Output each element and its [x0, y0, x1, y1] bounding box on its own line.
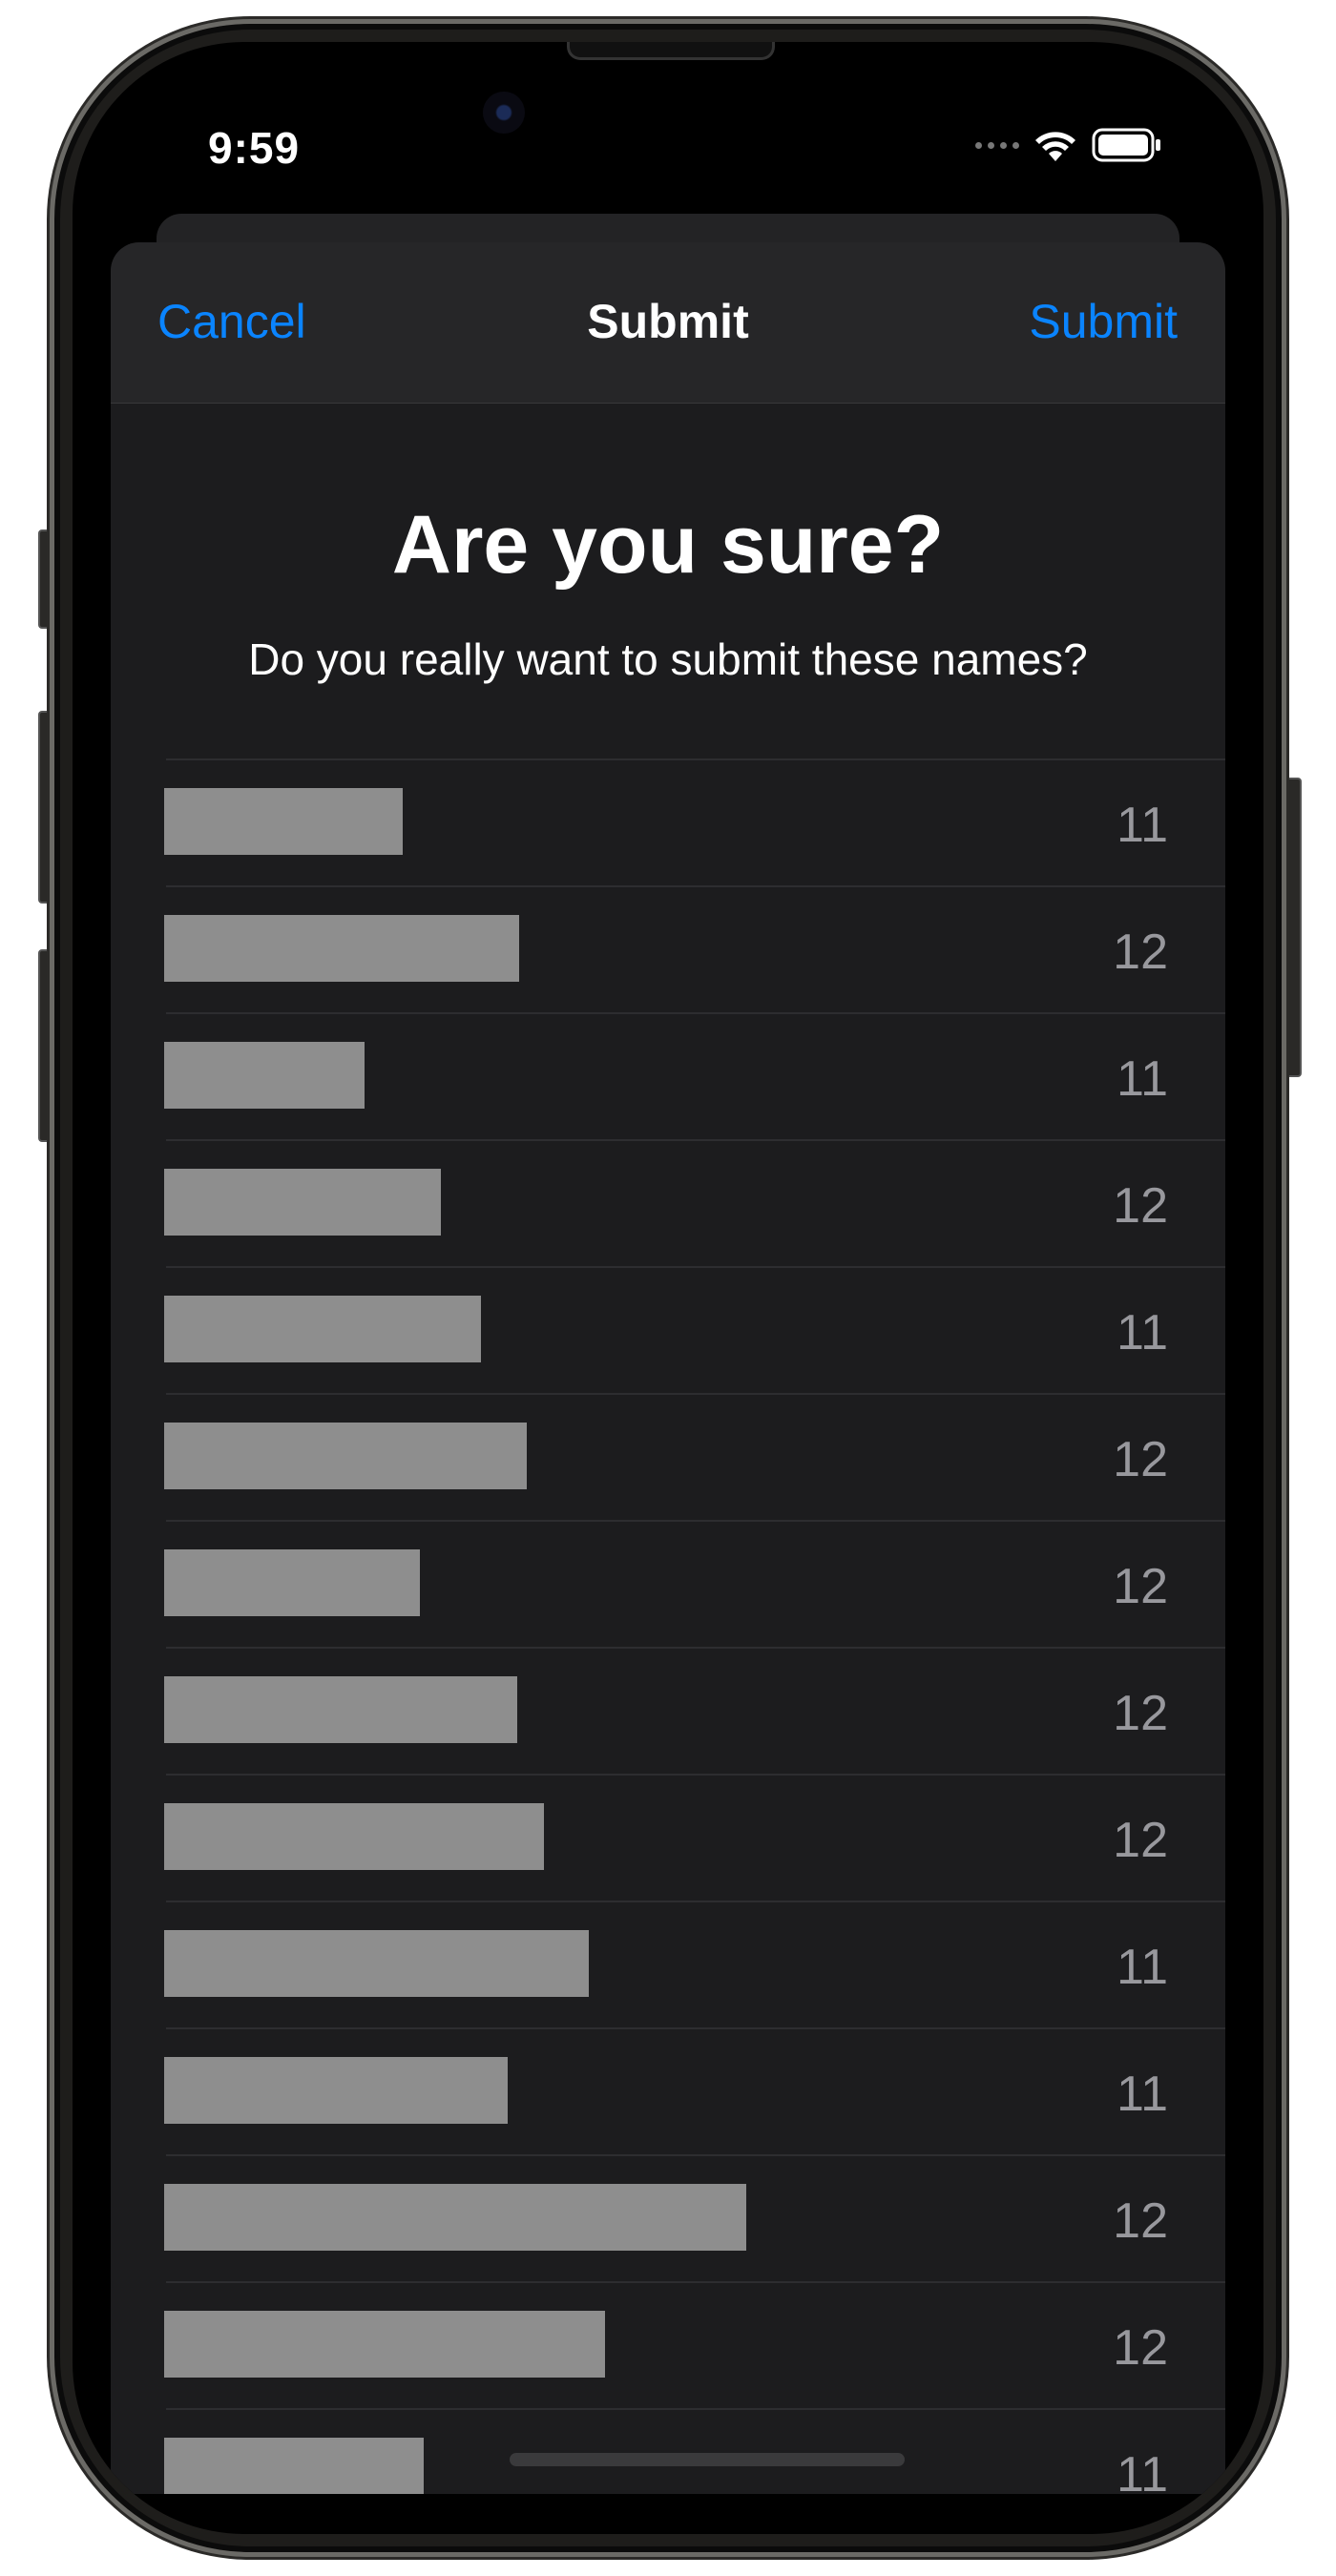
front-camera: [483, 92, 525, 134]
list-item: 12: [164, 1393, 1225, 1520]
phone-screen: 9:59 Cancel Submit Submit Are you sure? …: [73, 42, 1263, 2534]
list-item: 12: [164, 2154, 1225, 2281]
status-time: 9:59: [208, 123, 301, 173]
name-count: 11: [1117, 1051, 1168, 1107]
list-item: 11: [164, 1012, 1225, 1139]
list-item: 12: [164, 1647, 1225, 1774]
dialog-heading: Are you sure?: [391, 499, 945, 591]
list-item: 12: [164, 1139, 1225, 1266]
home-indicator: [510, 2453, 905, 2466]
name-count: 11: [1117, 798, 1168, 853]
name-count: 12: [1113, 1686, 1168, 1741]
list-item: 12: [164, 1520, 1225, 1647]
list-item: 11: [164, 758, 1225, 885]
name-count: 12: [1113, 1559, 1168, 1614]
name-count: 12: [1113, 1813, 1168, 1868]
list-item: 12: [164, 2281, 1225, 2408]
redacted-name: [164, 1549, 420, 1616]
redacted-name: [164, 2438, 424, 2494]
speaker-grille: [567, 42, 775, 60]
redacted-name: [164, 1169, 441, 1236]
redacted-name: [164, 1042, 365, 1109]
redacted-name: [164, 1296, 481, 1362]
submit-button[interactable]: Submit: [1029, 294, 1178, 349]
list-item: 11: [164, 1901, 1225, 2027]
status-icons: [975, 124, 1162, 166]
redacted-name: [164, 1803, 544, 1870]
name-count: 12: [1113, 924, 1168, 980]
list-item: 12: [164, 885, 1225, 1012]
name-count: 12: [1113, 2193, 1168, 2249]
page: 9:59 Cancel Submit Submit Are you sure? …: [0, 0, 1336, 2576]
redacted-name: [164, 1423, 527, 1489]
navigation-bar: Cancel Submit Submit: [111, 242, 1225, 404]
name-count: 12: [1113, 1178, 1168, 1234]
redacted-name: [164, 2184, 746, 2251]
dialog-message: Do you really want to submit these names…: [248, 634, 1088, 684]
submit-sheet: Cancel Submit Submit Are you sure? Do yo…: [111, 242, 1225, 2494]
redacted-name: [164, 915, 519, 982]
redacted-name: [164, 2057, 508, 2124]
list-item: 11: [164, 2408, 1225, 2494]
name-count: 11: [1117, 1940, 1168, 1995]
name-count: 11: [1117, 2447, 1168, 2494]
redacted-name: [164, 788, 403, 855]
list-item: 11: [164, 2027, 1225, 2154]
list-item: 11: [164, 1266, 1225, 1393]
redacted-name: [164, 2311, 605, 2378]
name-count: 12: [1113, 1432, 1168, 1487]
redacted-name: [164, 1676, 517, 1743]
name-count: 11: [1117, 2067, 1168, 2122]
cellular-dots-icon: [975, 141, 1019, 149]
battery-icon: [1092, 128, 1160, 162]
names-list: 11 12 11 12 11 12 12 12 12 11 11 12 12 11: [111, 758, 1225, 2494]
name-count: 12: [1113, 2320, 1168, 2376]
name-count: 11: [1117, 1305, 1168, 1361]
redacted-name: [164, 1930, 589, 1997]
wifi-icon: [1035, 132, 1075, 161]
list-item: 12: [164, 1774, 1225, 1901]
power-button: [1284, 778, 1302, 1077]
